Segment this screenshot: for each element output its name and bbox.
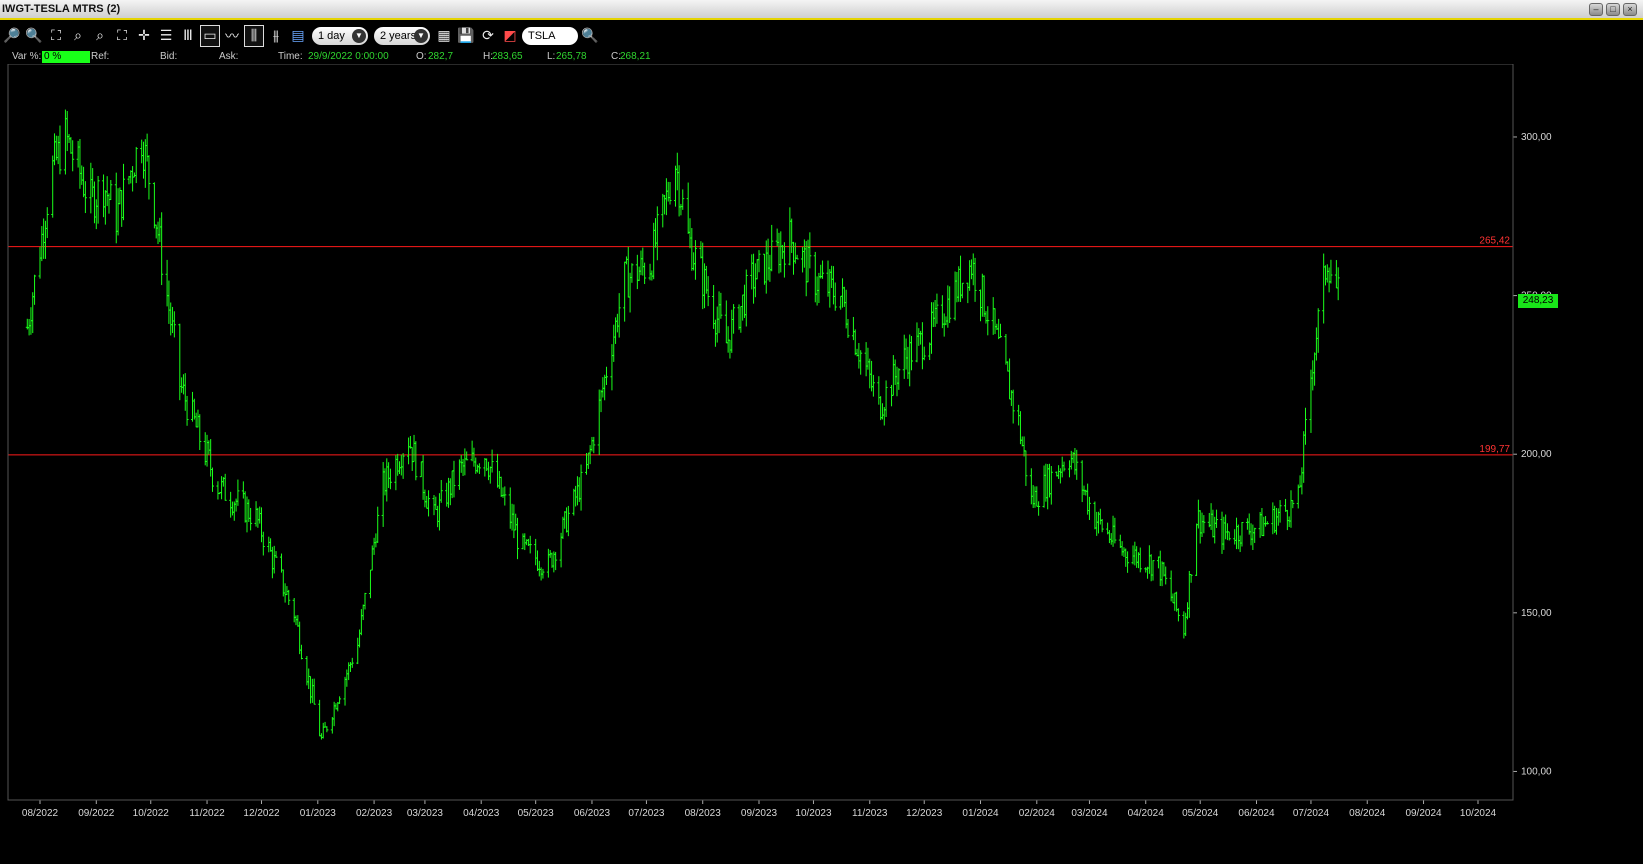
x-tick-label: 01/2023 — [300, 808, 337, 819]
x-tick-label: 07/2023 — [628, 808, 665, 819]
candlestick-icon[interactable]: ⫼ — [244, 25, 264, 47]
zoom-x-icon[interactable]: ⌕ — [68, 25, 88, 47]
x-tick-label: 01/2024 — [962, 808, 999, 819]
x-tick-label: 05/2024 — [1182, 808, 1219, 819]
interval-select[interactable]: 1 day ▼ — [312, 27, 368, 45]
chart-area[interactable]: 265,42199,77 100,00150,00200,00250,00300… — [0, 64, 1643, 864]
bars-icon[interactable]: Ⅲ — [178, 25, 198, 47]
x-tick-label: 03/2024 — [1071, 808, 1108, 819]
low-value: 265,78 — [556, 51, 587, 62]
restore-icon[interactable]: □ — [1606, 3, 1620, 16]
zoom-y-icon[interactable]: ⌕ — [90, 25, 110, 47]
ask-label: Ask: — [219, 51, 239, 62]
refresh-icon[interactable]: ⟳ — [478, 25, 498, 47]
x-tick-label: 08/2024 — [1349, 808, 1386, 819]
search-icon[interactable]: 🔍 — [580, 25, 600, 47]
chart-toolbar: 🔎🔍⛶⌕⌕⛶✛☰Ⅲ▭〰⫼⫵▤ 1 day ▼ 2 years ▼ ▦💾⟳◩ 🔍 — [0, 22, 1643, 50]
y-tick-label: 300,00 — [1521, 132, 1552, 143]
x-tick-label: 07/2024 — [1293, 808, 1330, 819]
x-tick-label: 10/2023 — [795, 808, 832, 819]
reference-line-label: 265,42 — [1479, 236, 1510, 247]
interval-value: 1 day — [318, 30, 345, 42]
x-tick-label: 02/2024 — [1019, 808, 1056, 819]
line-chart-icon[interactable]: 〰 — [222, 25, 242, 47]
ref-label: Ref: — [91, 51, 110, 62]
window-controls: – □ × — [1589, 3, 1637, 16]
close-icon[interactable]: × — [1623, 3, 1637, 16]
x-tick-label: 09/2022 — [78, 808, 115, 819]
crosshair-icon[interactable]: ✛ — [134, 25, 154, 47]
x-tick-label: 10/2022 — [133, 808, 170, 819]
var-label: Var %: — [12, 51, 42, 62]
reference-line-label: 199,77 — [1479, 444, 1510, 455]
x-tick-label: 12/2023 — [906, 808, 943, 819]
list-icon[interactable]: ☰ — [156, 25, 176, 47]
title-bar: IWGT-TESLA MTRS (2) – □ × — [0, 0, 1643, 20]
chevron-down-icon: ▼ — [352, 29, 366, 43]
last-price-tag: 248,23 — [1518, 294, 1558, 309]
x-tick-label: 10/2024 — [1460, 808, 1497, 819]
window-title: IWGT-TESLA MTRS (2) — [2, 3, 121, 15]
minimize-icon[interactable]: – — [1589, 3, 1603, 16]
chart-background — [0, 64, 1643, 864]
zoom-reset-icon[interactable]: ⛶ — [112, 25, 132, 47]
zoom-in-icon[interactable]: 🔎 — [2, 25, 22, 47]
x-tick-label: 04/2024 — [1128, 808, 1165, 819]
y-tick-label: 150,00 — [1521, 608, 1552, 619]
x-tick-label: 11/2022 — [189, 808, 225, 819]
chevron-down-icon: ▼ — [414, 29, 428, 43]
quote-info-bar: Var %: 0 % Ref: Bid: Ask: Time: 29/9/202… — [0, 50, 1643, 64]
zoom-out-icon[interactable]: 🔍 — [24, 25, 44, 47]
low-label: L: — [547, 51, 556, 62]
high-value: 283,65 — [492, 51, 523, 62]
x-tick-label: 05/2023 — [518, 808, 555, 819]
price-chart[interactable]: 265,42199,77 100,00150,00200,00250,00300… — [0, 64, 1643, 864]
x-tick-label: 03/2023 — [407, 808, 444, 819]
ohlc-icon[interactable]: ⫵ — [266, 25, 286, 47]
x-tick-label: 11/2023 — [852, 808, 888, 819]
indicators-icon[interactable]: ▤ — [288, 25, 308, 47]
x-tick-label: 08/2022 — [22, 808, 59, 819]
symbol-input[interactable] — [522, 27, 578, 45]
window-icon[interactable]: ▭ — [200, 25, 220, 47]
time-label: Time: — [278, 51, 303, 62]
open-label: O: — [416, 51, 427, 62]
time-value: 29/9/2022 0:00:00 — [308, 51, 389, 62]
range-select[interactable]: 2 years ▼ — [374, 27, 430, 45]
y-tick-label: 100,00 — [1521, 766, 1552, 777]
x-tick-label: 02/2023 — [356, 808, 393, 819]
x-tick-label: 04/2023 — [463, 808, 500, 819]
bid-label: Bid: — [160, 51, 178, 62]
save-icon[interactable]: 💾 — [456, 25, 476, 47]
zoom-fit-icon[interactable]: ⛶ — [46, 25, 66, 47]
x-tick-label: 12/2022 — [243, 808, 280, 819]
x-tick-label: 08/2023 — [685, 808, 722, 819]
print-icon[interactable]: ▦ — [434, 25, 454, 47]
close-value: 268,21 — [620, 51, 651, 62]
alert-icon[interactable]: ◩ — [500, 25, 520, 47]
var-value: 0 % — [42, 51, 90, 63]
y-tick-label: 200,00 — [1521, 449, 1552, 460]
x-tick-label: 09/2024 — [1405, 808, 1442, 819]
x-tick-label: 06/2023 — [574, 808, 611, 819]
x-tick-label: 06/2024 — [1238, 808, 1275, 819]
range-value: 2 years — [380, 30, 417, 42]
x-tick-label: 09/2023 — [741, 808, 778, 819]
open-value: 282,7 — [428, 51, 454, 62]
